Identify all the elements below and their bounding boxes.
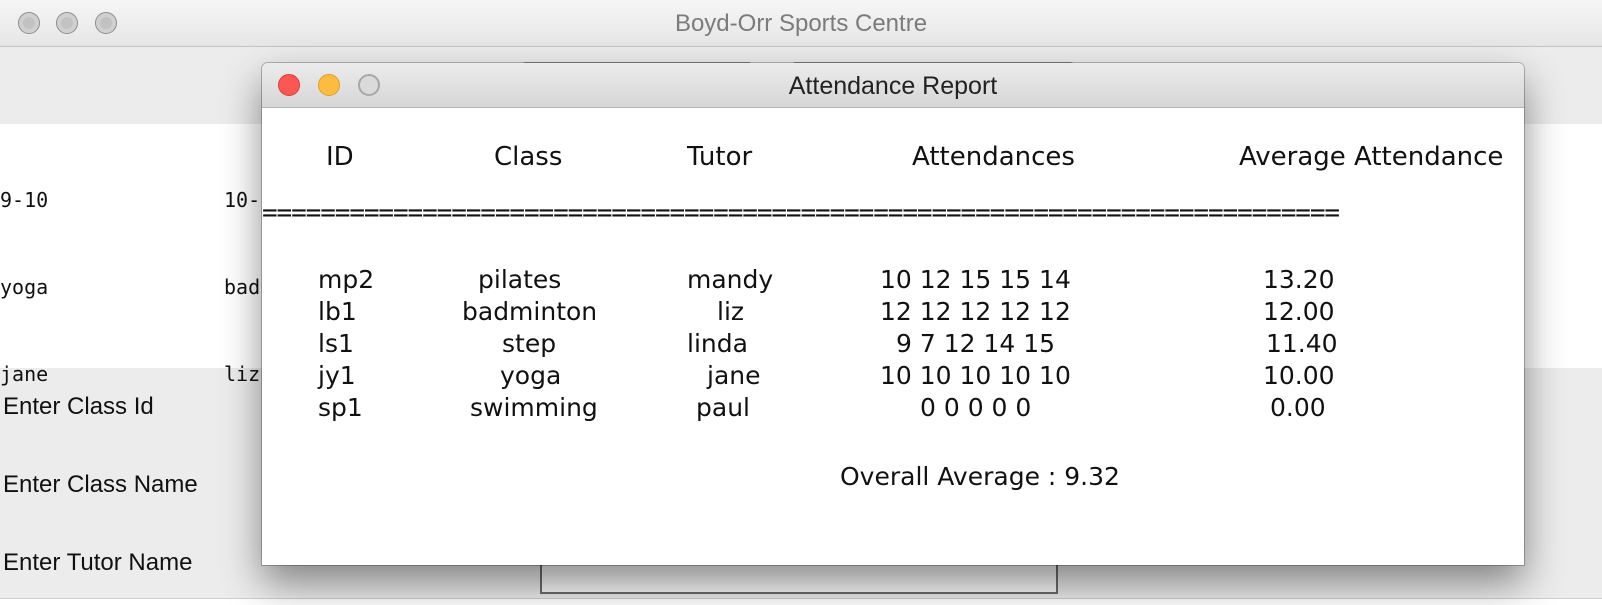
attendance-report-dialog: Attendance Report ID Class Tutor Attenda… xyxy=(262,63,1524,565)
row-id: ls1 xyxy=(318,329,354,358)
row-attendances: 12 12 12 12 12 xyxy=(880,297,1071,326)
row-class: yoga xyxy=(500,361,562,390)
timetable-class: yoga xyxy=(0,275,49,299)
header-average-attendance: Average Attendance xyxy=(1239,142,1504,172)
row-class: badminton xyxy=(462,297,598,326)
row-id: jy1 xyxy=(318,361,356,390)
header-separator: ========================================… xyxy=(262,198,1340,228)
header-tutor: Tutor xyxy=(687,142,753,172)
tutor-name-label: Enter Tutor Name xyxy=(3,549,193,576)
table-row: lb1 badminton liz 12 12 12 12 12 12.00 xyxy=(262,297,1524,329)
row-id: lb1 xyxy=(318,297,357,326)
report-body: ID Class Tutor Attendances Average Atten… xyxy=(262,108,1524,565)
row-class: step xyxy=(502,329,557,358)
row-attendances: 10 12 15 15 14 xyxy=(880,265,1071,294)
row-class: pilates xyxy=(478,265,562,294)
table-row: ls1 step linda 9 7 12 14 15 11.40 xyxy=(262,329,1524,361)
main-title-bar: Boyd-Orr Sports Centre xyxy=(0,0,1602,47)
window-title: Boyd-Orr Sports Centre xyxy=(674,10,928,37)
overall-average: Overall Average : 9.32 xyxy=(840,462,1120,491)
timetable-tutor: jane xyxy=(0,362,49,386)
row-average: 11.40 xyxy=(1266,329,1338,358)
row-id: mp2 xyxy=(318,265,375,294)
row-average: 13.20 xyxy=(1263,265,1335,294)
row-attendances: 10 10 10 10 10 xyxy=(880,361,1071,390)
dialog-title-bar: Attendance Report xyxy=(262,63,1524,108)
row-average: 12.00 xyxy=(1263,297,1335,326)
table-row: sp1 swimming paul 0 0 0 0 0 0.00 xyxy=(262,393,1524,425)
row-class: swimming xyxy=(470,393,598,422)
header-id: ID xyxy=(326,142,354,172)
tutor-name-input[interactable] xyxy=(540,560,1058,594)
dialog-title: Attendance Report xyxy=(788,72,998,100)
class-id-label: Enter Class Id xyxy=(3,393,154,420)
row-average: 10.00 xyxy=(1263,361,1335,390)
row-tutor: linda xyxy=(687,329,748,358)
row-tutor: paul xyxy=(696,393,750,422)
class-name-label: Enter Class Name xyxy=(3,471,198,498)
row-tutor: jane xyxy=(707,361,761,390)
header-attendances: Attendances xyxy=(912,142,1075,172)
row-attendances: 0 0 0 0 0 xyxy=(920,393,1032,422)
row-attendances: 9 7 12 14 15 xyxy=(896,329,1056,358)
row-tutor: liz xyxy=(717,297,745,326)
row-average: 0.00 xyxy=(1270,393,1326,422)
table-row: mp2 pilates mandy 10 12 15 15 14 13.20 xyxy=(262,265,1524,297)
table-row: jy1 yoga jane 10 10 10 10 10 10.00 xyxy=(262,361,1524,393)
row-tutor: mandy xyxy=(687,265,774,294)
timetable-time: 9-10 xyxy=(0,188,49,212)
row-id: sp1 xyxy=(318,393,363,422)
header-class: Class xyxy=(494,142,563,172)
